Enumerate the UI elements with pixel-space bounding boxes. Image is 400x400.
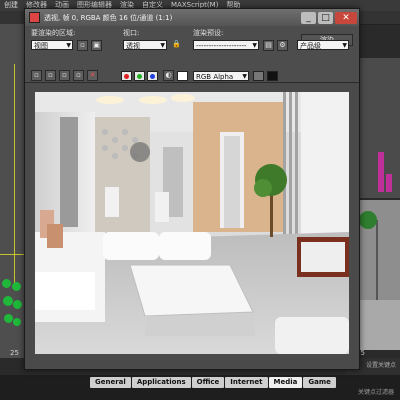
channel-dropdown-value: RGB Alpha bbox=[196, 73, 234, 81]
chevron-down-icon: ▼ bbox=[252, 42, 257, 49]
tab-office[interactable]: Office bbox=[191, 377, 225, 388]
plant-object bbox=[2, 279, 11, 288]
set-key-label[interactable]: 设置关键点 bbox=[366, 360, 396, 369]
save-image-icon[interactable]: ▫ bbox=[31, 70, 42, 81]
right-viewport-top[interactable] bbox=[358, 58, 400, 198]
minimize-button[interactable]: _ bbox=[301, 11, 316, 24]
red-dot-icon bbox=[124, 74, 129, 79]
area-label: 要渲染的区域: bbox=[31, 29, 76, 37]
histogram-bar bbox=[378, 152, 384, 192]
left-viewport[interactable] bbox=[0, 24, 26, 358]
tab-media[interactable]: Media bbox=[268, 377, 303, 388]
clone-frame-icon[interactable]: ▫ bbox=[59, 70, 70, 81]
clear-icon[interactable]: ✕ bbox=[87, 70, 98, 81]
tab-applications[interactable]: Applications bbox=[131, 377, 191, 388]
tab-internet[interactable]: Internet bbox=[225, 377, 268, 388]
right-viewport-scene bbox=[358, 200, 400, 350]
red-channel-toggle[interactable] bbox=[121, 71, 132, 81]
tab-game[interactable]: Game bbox=[303, 377, 336, 388]
plant-object bbox=[4, 314, 13, 323]
living-room-render bbox=[35, 92, 349, 354]
alpha-channel-icon[interactable]: ◐ bbox=[163, 70, 174, 81]
blue-channel-toggle[interactable] bbox=[147, 71, 158, 81]
histogram-bar bbox=[386, 174, 392, 192]
viewport-label: 视口: bbox=[123, 29, 140, 37]
chevron-down-icon: ▼ bbox=[66, 42, 71, 49]
window-title: 透视, 帧 0, RGBA 颜色 16 位/通道 (1:1) bbox=[44, 13, 173, 22]
right-viewport-bottom[interactable] bbox=[358, 200, 400, 350]
chevron-down-icon: ▼ bbox=[160, 42, 165, 49]
area-dropdown-value: 视图 bbox=[34, 42, 48, 50]
channel-display-swatch[interactable] bbox=[253, 71, 264, 81]
maximize-button[interactable]: □ bbox=[318, 11, 333, 24]
auto-region-icon[interactable]: ▣ bbox=[91, 40, 102, 51]
taskbar-tabs: General Applications Office Internet Med… bbox=[90, 377, 336, 388]
viewport-guide-line bbox=[14, 64, 15, 284]
chevron-down-icon: ▼ bbox=[342, 42, 347, 49]
window-titlebar[interactable]: 透视, 帧 0, RGBA 颜色 16 位/通道 (1:1) _ □ ✕ bbox=[25, 9, 359, 26]
viewport-dropdown[interactable]: 透视 ▼ bbox=[123, 40, 167, 50]
rendered-image bbox=[35, 92, 349, 354]
quality-dropdown-value: 产品级 bbox=[300, 42, 321, 50]
green-dot-icon bbox=[137, 74, 142, 79]
plant-object bbox=[12, 282, 21, 291]
green-channel-toggle[interactable] bbox=[134, 71, 145, 81]
print-icon[interactable]: ▫ bbox=[73, 70, 84, 81]
menu-item[interactable]: 创建 bbox=[0, 0, 22, 11]
preset-label: 渲染预设: bbox=[193, 29, 224, 37]
copy-image-icon[interactable]: ▫ bbox=[45, 70, 56, 81]
viewport-dropdown-value: 透视 bbox=[126, 42, 140, 50]
frame-number-left: 25 bbox=[10, 349, 19, 357]
teapot-icon bbox=[29, 12, 40, 23]
save-preset-icon[interactable]: ▤ bbox=[263, 40, 274, 51]
tab-general[interactable]: General bbox=[90, 377, 131, 388]
preset-dropdown-value: -------------------- bbox=[196, 42, 247, 50]
plant-object bbox=[3, 296, 13, 306]
chevron-down-icon: ▼ bbox=[242, 73, 247, 80]
render-controls: 要渲染的区域: 视口: 渲染预设: 渲染 视图▼ ▫ ▣ 透视▼ 🔒 -----… bbox=[25, 26, 359, 83]
area-dropdown[interactable]: 视图 ▼ bbox=[31, 40, 73, 50]
lock-icon[interactable]: 🔒 bbox=[171, 40, 182, 51]
plant-object bbox=[13, 318, 21, 326]
render-frame-window: 透视, 帧 0, RGBA 颜色 16 位/通道 (1:1) _ □ ✕ 要渲染… bbox=[24, 8, 360, 370]
plant-object bbox=[13, 300, 22, 309]
edit-region-icon[interactable]: ▫ bbox=[77, 40, 88, 51]
channel-dropdown[interactable]: RGB Alpha ▼ bbox=[193, 71, 249, 81]
viewport-guide-line bbox=[0, 254, 26, 255]
key-filter-label[interactable]: 关键点过滤器 bbox=[358, 387, 394, 396]
taskbar: General Applications Office Internet Med… bbox=[0, 375, 400, 400]
color-swatch[interactable] bbox=[267, 71, 278, 81]
quality-dropdown[interactable]: 产品级 ▼ bbox=[297, 40, 349, 50]
close-button[interactable]: ✕ bbox=[335, 11, 357, 24]
preset-dropdown[interactable]: -------------------- ▼ bbox=[193, 40, 259, 50]
blue-dot-icon bbox=[150, 74, 155, 79]
settings-icon[interactable]: ⚙ bbox=[277, 40, 288, 51]
mono-swatch[interactable] bbox=[177, 71, 188, 81]
